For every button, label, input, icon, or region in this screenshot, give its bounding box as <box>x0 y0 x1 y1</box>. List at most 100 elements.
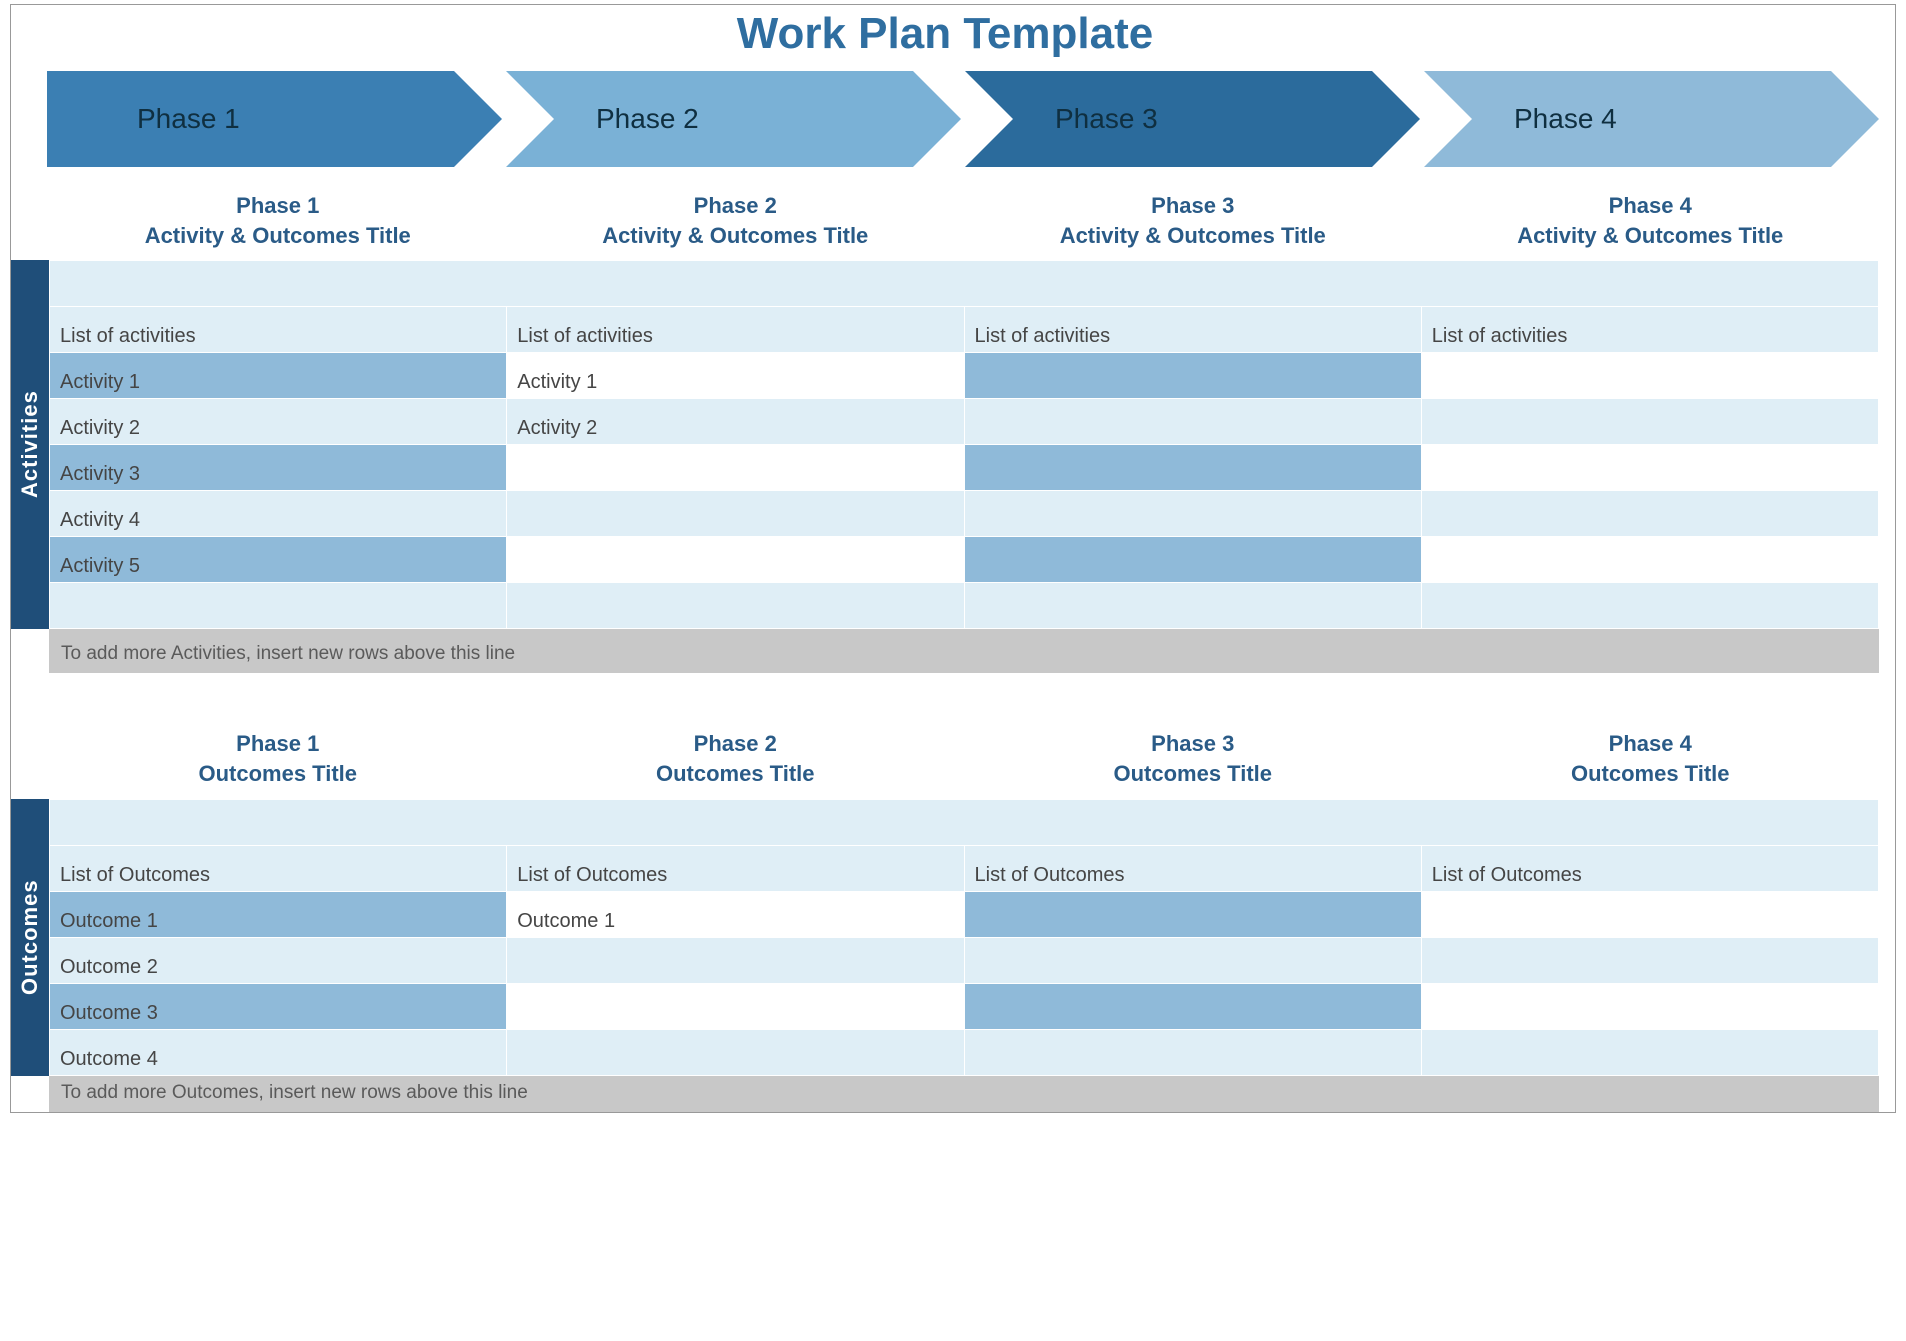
phase-arrow-row: Phase 1 Phase 2 Phase 3 Phase 4 <box>47 71 1879 167</box>
outcomes-hint: To add more Outcomes, insert new rows ab… <box>49 1074 1879 1112</box>
outcome-cell[interactable] <box>507 1029 964 1075</box>
activities-grid: Activities List of activitiesList of act… <box>11 260 1879 629</box>
header-line1: Phase 3 <box>1151 731 1234 756</box>
activity-cell[interactable] <box>964 491 1421 537</box>
activity-cell[interactable] <box>1421 399 1878 445</box>
table-row: Outcome 3 <box>50 983 1879 1029</box>
activity-cell[interactable]: List of activities <box>507 307 964 353</box>
outcome-cell[interactable]: Outcome 1 <box>50 891 507 937</box>
activities-side-label: Activities <box>11 260 49 629</box>
outcomes-header-row: Phase 1 Outcomes Title Phase 2 Outcomes … <box>49 723 1879 798</box>
activity-cell[interactable]: Activity 1 <box>50 353 507 399</box>
activity-cell[interactable] <box>1421 537 1878 583</box>
activity-cell[interactable]: Activity 4 <box>50 491 507 537</box>
table-row: List of activitiesList of activitiesList… <box>50 307 1879 353</box>
header-line2: Activity & Outcomes Title <box>1060 223 1326 248</box>
activity-cell[interactable] <box>507 583 964 629</box>
outcome-cell[interactable] <box>964 937 1421 983</box>
phase-arrow-2: Phase 2 <box>506 71 961 167</box>
phase-arrow-1: Phase 1 <box>47 71 502 167</box>
activity-cell[interactable] <box>50 583 507 629</box>
outcome-cell[interactable] <box>964 1029 1421 1075</box>
activity-cell[interactable]: Activity 3 <box>50 445 507 491</box>
outcomes-grid: Outcomes List of OutcomesList of Outcome… <box>11 799 1879 1076</box>
table-row <box>50 583 1879 629</box>
outcome-cell[interactable]: Outcome 4 <box>50 1029 507 1075</box>
activity-cell[interactable] <box>964 353 1421 399</box>
table-row: Activity 1Activity 1 <box>50 353 1879 399</box>
activities-header-2: Phase 2 Activity & Outcomes Title <box>507 185 965 260</box>
table-row: Outcome 4 <box>50 1029 1879 1075</box>
outcome-cell[interactable]: List of Outcomes <box>507 845 964 891</box>
activity-cell[interactable] <box>1421 353 1878 399</box>
header-line2: Outcomes Title <box>656 761 815 786</box>
table-row: Outcome 1Outcome 1 <box>50 891 1879 937</box>
outcome-cell[interactable]: Outcome 2 <box>50 937 507 983</box>
activity-cell[interactable] <box>507 537 964 583</box>
header-line1: Phase 4 <box>1609 193 1692 218</box>
phase-arrow-4: Phase 4 <box>1424 71 1879 167</box>
activity-cell[interactable]: List of activities <box>964 307 1421 353</box>
activity-cell[interactable] <box>964 583 1421 629</box>
activities-header-3: Phase 3 Activity & Outcomes Title <box>964 185 1422 260</box>
activity-cell[interactable] <box>507 445 964 491</box>
activities-table: List of activitiesList of activitiesList… <box>49 260 1879 629</box>
activity-cell[interactable] <box>964 445 1421 491</box>
header-line2: Outcomes Title <box>198 761 357 786</box>
outcome-cell[interactable] <box>1421 891 1878 937</box>
header-line2: Outcomes Title <box>1571 761 1730 786</box>
activity-cell[interactable] <box>1421 491 1878 537</box>
outcome-cell[interactable] <box>507 937 964 983</box>
outcome-cell[interactable] <box>1421 983 1878 1029</box>
activity-cell[interactable] <box>964 399 1421 445</box>
outcome-cell[interactable] <box>507 983 964 1029</box>
header-line2: Activity & Outcomes Title <box>145 223 411 248</box>
outcome-cell[interactable] <box>964 891 1421 937</box>
activity-cell[interactable]: Activity 2 <box>507 399 964 445</box>
activities-header-4: Phase 4 Activity & Outcomes Title <box>1422 185 1880 260</box>
table-row: List of OutcomesList of OutcomesList of … <box>50 845 1879 891</box>
outcome-cell[interactable]: Outcome 3 <box>50 983 507 1029</box>
activity-cell[interactable]: Activity 2 <box>50 399 507 445</box>
activity-cell[interactable] <box>1421 583 1878 629</box>
page: Work Plan Template Phase 1 Phase 2 Phase… <box>10 4 1896 1113</box>
outcome-cell[interactable]: List of Outcomes <box>964 845 1421 891</box>
outcomes-header-2: Phase 2 Outcomes Title <box>507 723 965 798</box>
outcome-cell[interactable]: Outcome 1 <box>507 891 964 937</box>
table-row: Activity 2Activity 2 <box>50 399 1879 445</box>
activity-cell[interactable] <box>507 491 964 537</box>
outcome-cell[interactable]: List of Outcomes <box>50 845 507 891</box>
page-title: Work Plan Template <box>11 5 1879 67</box>
header-line2: Activity & Outcomes Title <box>1517 223 1783 248</box>
table-row: Activity 5 <box>50 537 1879 583</box>
activity-cell[interactable]: Activity 5 <box>50 537 507 583</box>
outcome-cell[interactable] <box>964 983 1421 1029</box>
outcome-cell[interactable] <box>1421 1029 1878 1075</box>
header-line1: Phase 4 <box>1609 731 1692 756</box>
header-line1: Phase 1 <box>236 193 319 218</box>
outcomes-side-label: Outcomes <box>11 799 49 1076</box>
activities-header-row: Phase 1 Activity & Outcomes Title Phase … <box>49 185 1879 260</box>
activity-cell[interactable] <box>964 537 1421 583</box>
header-line2: Outcomes Title <box>1113 761 1272 786</box>
outcomes-table: List of OutcomesList of OutcomesList of … <box>49 799 1879 1076</box>
header-line1: Phase 3 <box>1151 193 1234 218</box>
table-row: Activity 3 <box>50 445 1879 491</box>
activities-hint: To add more Activities, insert new rows … <box>49 627 1879 673</box>
outcomes-header-1: Phase 1 Outcomes Title <box>49 723 507 798</box>
outcome-cell[interactable] <box>1421 937 1878 983</box>
header-line1: Phase 1 <box>236 731 319 756</box>
activity-cell[interactable]: List of activities <box>1421 307 1878 353</box>
header-line1: Phase 2 <box>694 731 777 756</box>
outcome-cell[interactable]: List of Outcomes <box>1421 845 1878 891</box>
header-line1: Phase 2 <box>694 193 777 218</box>
activity-cell[interactable]: List of activities <box>50 307 507 353</box>
table-row: Outcome 2 <box>50 937 1879 983</box>
header-line2: Activity & Outcomes Title <box>602 223 868 248</box>
table-row: Activity 4 <box>50 491 1879 537</box>
activity-cell[interactable]: Activity 1 <box>507 353 964 399</box>
outcomes-header-3: Phase 3 Outcomes Title <box>964 723 1422 798</box>
phase-arrow-3: Phase 3 <box>965 71 1420 167</box>
activities-header-1: Phase 1 Activity & Outcomes Title <box>49 185 507 260</box>
activity-cell[interactable] <box>1421 445 1878 491</box>
